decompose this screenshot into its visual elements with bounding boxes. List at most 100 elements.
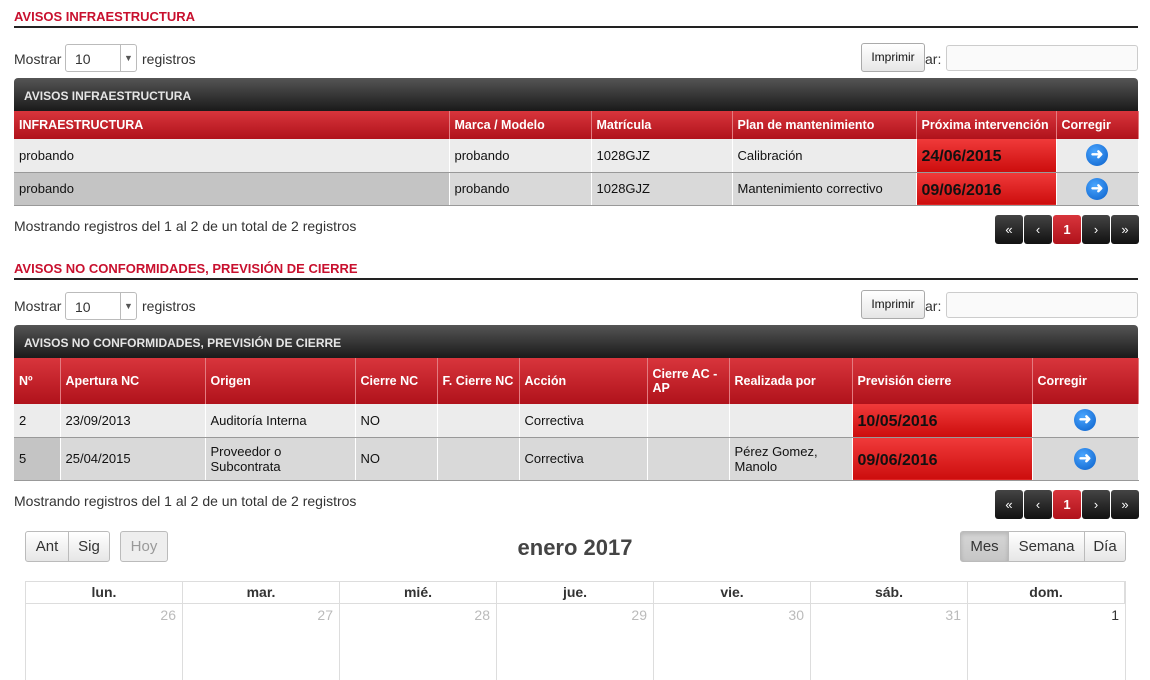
table-row: 5 25/04/2015 Proveedor o Subcontrata NO …: [14, 437, 1139, 481]
pager-next-button[interactable]: ›: [1082, 215, 1110, 244]
pager-last-button[interactable]: »: [1111, 490, 1139, 519]
column-header[interactable]: Marca / Modelo: [449, 111, 592, 139]
day-cell[interactable]: 1: [968, 604, 1125, 680]
page-length-value: 10: [75, 299, 91, 315]
day-cell[interactable]: 29: [497, 604, 654, 680]
column-header[interactable]: Próxima intervención: [916, 111, 1057, 139]
page-length-select[interactable]: 10 ▼: [65, 292, 137, 320]
print-button[interactable]: Imprimir: [861, 290, 925, 319]
section-title-no-conformidades: AVISOS NO CONFORMIDADES, PREVISIÓN DE CI…: [14, 261, 358, 276]
infra-table: INFRAESTRUCTURA Marca / Modelo Matrícula…: [14, 111, 1139, 206]
column-header[interactable]: Corregir: [1032, 358, 1139, 404]
chevron-down-icon: ▼: [120, 293, 136, 319]
page-length-select[interactable]: 10 ▼: [65, 44, 137, 72]
table-cell: Pérez Gomez, Manolo: [729, 437, 853, 481]
table-header-row: INFRAESTRUCTURA Marca / Modelo Matrícula…: [14, 111, 1139, 139]
pager-prev-button[interactable]: ‹: [1024, 215, 1052, 244]
day-cell[interactable]: 31: [811, 604, 968, 680]
weekday-header: sáb.: [811, 582, 968, 604]
table-cell: probando: [449, 172, 592, 206]
table-cell: probando: [14, 172, 450, 206]
table-row: 2 23/09/2013 Auditoría Interna NO Correc…: [14, 404, 1139, 438]
column-header[interactable]: Plan de mantenimiento: [732, 111, 917, 139]
table-cell: 23/09/2013: [60, 404, 206, 438]
length-label-records: registros: [142, 51, 196, 67]
section-divider: [14, 26, 1138, 28]
table-cell: probando: [449, 139, 592, 173]
table-cell: Auditoría Interna: [205, 404, 356, 438]
pager-page-button[interactable]: 1: [1053, 215, 1081, 244]
column-header[interactable]: Cierre NC: [355, 358, 438, 404]
view-week-button[interactable]: Semana: [1008, 531, 1085, 562]
table-cell: 1028GJZ: [591, 139, 733, 173]
pagination: « ‹ 1 › »: [994, 490, 1139, 519]
table-cell: [647, 404, 730, 438]
weekday-header: jue.: [497, 582, 654, 604]
arrow-right-circle-icon[interactable]: ➜: [1074, 447, 1096, 470]
length-label-show: Mostrar: [14, 51, 62, 67]
table-cell: [647, 437, 730, 481]
table-info: Mostrando registros del 1 al 2 de un tot…: [14, 493, 357, 509]
column-header[interactable]: Origen: [205, 358, 356, 404]
view-month-button[interactable]: Mes: [960, 531, 1009, 562]
correct-cell: ➜: [1032, 404, 1139, 438]
pager-first-button[interactable]: «: [995, 215, 1023, 244]
pagination: « ‹ 1 › »: [994, 215, 1139, 244]
table-cell: NO: [355, 437, 438, 481]
view-day-button[interactable]: Día: [1084, 531, 1126, 562]
column-header[interactable]: Cierre AC - AP: [647, 358, 730, 404]
month-grid: lun. mar. mié. jue. vie. sáb. dom. 26 27…: [25, 581, 1126, 680]
column-header[interactable]: Nº: [14, 358, 61, 404]
correct-cell: ➜: [1032, 437, 1139, 481]
chevron-down-icon: ▼: [120, 45, 136, 71]
pager-page-button[interactable]: 1: [1053, 490, 1081, 519]
panel-header: AVISOS INFRAESTRUCTURA: [14, 78, 1138, 111]
table-cell: 2: [14, 404, 61, 438]
column-header[interactable]: Acción: [519, 358, 648, 404]
table-cell: [729, 404, 853, 438]
arrow-right-circle-icon[interactable]: ➜: [1074, 409, 1096, 432]
column-header[interactable]: Matrícula: [591, 111, 733, 139]
table-cell: NO: [355, 404, 438, 438]
correct-cell: ➜: [1056, 172, 1139, 206]
column-header[interactable]: Corregir: [1056, 111, 1139, 139]
table-cell: Mantenimiento correctivo: [732, 172, 917, 206]
day-cell[interactable]: 30: [654, 604, 811, 680]
table-cell: [437, 404, 520, 438]
column-header[interactable]: F. Cierre NC: [437, 358, 520, 404]
table-info: Mostrando registros del 1 al 2 de un tot…: [14, 218, 357, 234]
table-cell: 1028GJZ: [591, 172, 733, 206]
table-cell: [437, 437, 520, 481]
column-header[interactable]: INFRAESTRUCTURA: [14, 111, 450, 139]
table-cell: 25/04/2015: [60, 437, 206, 481]
table-cell: Proveedor o Subcontrata: [205, 437, 356, 481]
print-button[interactable]: Imprimir: [861, 43, 925, 72]
next-intervention-date: 24/06/2015: [916, 139, 1057, 173]
table-header-row: Nº Apertura NC Origen Cierre NC F. Cierr…: [14, 358, 1139, 404]
correct-cell: ➜: [1056, 139, 1139, 173]
search-input[interactable]: [946, 45, 1138, 71]
pager-last-button[interactable]: »: [1111, 215, 1139, 244]
day-cell[interactable]: 27: [183, 604, 340, 680]
column-header[interactable]: Apertura NC: [60, 358, 206, 404]
weekday-header: dom.: [968, 582, 1125, 604]
table-row: probando probando 1028GJZ Mantenimiento …: [14, 172, 1139, 206]
arrow-right-circle-icon[interactable]: ➜: [1086, 177, 1108, 200]
page-length-value: 10: [75, 51, 91, 67]
table-cell: Correctiva: [519, 437, 648, 481]
length-label-show: Mostrar: [14, 298, 62, 314]
weekday-header: vie.: [654, 582, 811, 604]
weekday-header: mar.: [183, 582, 340, 604]
day-cell[interactable]: 28: [340, 604, 497, 680]
section-title-infraestructura: AVISOS INFRAESTRUCTURA: [14, 9, 196, 24]
pager-prev-button[interactable]: ‹: [1024, 490, 1052, 519]
section-divider: [14, 278, 1138, 280]
pager-first-button[interactable]: «: [995, 490, 1023, 519]
search-input[interactable]: [946, 292, 1138, 318]
column-header[interactable]: Realizada por: [729, 358, 853, 404]
pager-next-button[interactable]: ›: [1082, 490, 1110, 519]
length-label-records: registros: [142, 298, 196, 314]
day-cell[interactable]: 26: [26, 604, 183, 680]
column-header[interactable]: Previsión cierre: [852, 358, 1033, 404]
arrow-right-circle-icon[interactable]: ➜: [1086, 144, 1108, 167]
